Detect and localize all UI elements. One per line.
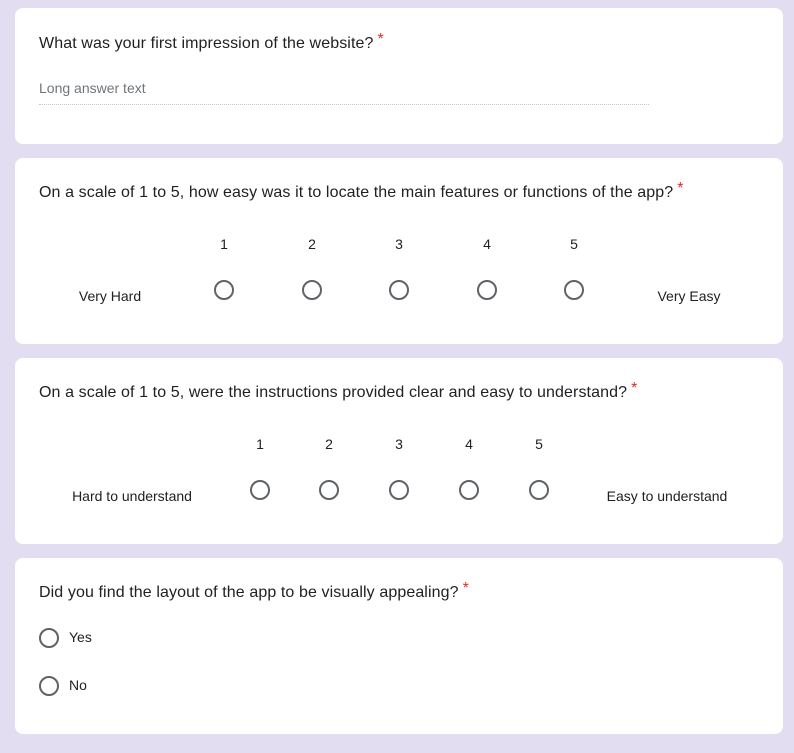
- option-radio-yes[interactable]: [39, 628, 59, 648]
- question-title: What was your first impression of the we…: [39, 31, 384, 54]
- question-title: On a scale of 1 to 5, how easy was it to…: [39, 180, 684, 203]
- question-title-text: On a scale of 1 to 5, were the instructi…: [39, 384, 628, 401]
- long-answer-input[interactable]: Long answer text: [39, 78, 649, 105]
- required-asterisk: *: [377, 31, 384, 48]
- option-radio-no[interactable]: [39, 676, 59, 696]
- scale-radio-3[interactable]: [389, 280, 409, 300]
- question-title: Did you find the layout of the app to be…: [39, 580, 469, 603]
- scale-radio-3[interactable]: [389, 480, 409, 500]
- scale-radio-5[interactable]: [564, 280, 584, 300]
- question-card-instructions: On a scale of 1 to 5, were the instructi…: [15, 358, 783, 544]
- option-label-no: No: [69, 677, 87, 693]
- option-label-yes: Yes: [69, 629, 92, 645]
- question-title: On a scale of 1 to 5, were the instructi…: [39, 380, 638, 403]
- scale-number-1: 1: [220, 236, 228, 252]
- scale-number-2: 2: [325, 436, 333, 452]
- scale-radio-2[interactable]: [319, 480, 339, 500]
- scale-high-label: Very Easy: [657, 288, 721, 304]
- scale-number-4: 4: [465, 436, 473, 452]
- scale-radio-2[interactable]: [302, 280, 322, 300]
- required-asterisk: *: [462, 580, 469, 597]
- scale-radio-4[interactable]: [477, 280, 497, 300]
- scale-high-label: Easy to understand: [606, 488, 728, 504]
- question-card-layout: Did you find the layout of the app to be…: [15, 558, 783, 734]
- scale-radio-5[interactable]: [529, 480, 549, 500]
- question-card-impression: What was your first impression of the we…: [15, 8, 783, 144]
- required-asterisk: *: [677, 180, 684, 197]
- scale-radio-1[interactable]: [250, 480, 270, 500]
- scale-number-3: 3: [395, 236, 403, 252]
- question-title-text: On a scale of 1 to 5, how easy was it to…: [39, 184, 674, 201]
- scale-number-1: 1: [256, 436, 264, 452]
- required-asterisk: *: [631, 380, 638, 397]
- scale-radio-4[interactable]: [459, 480, 479, 500]
- scale-low-label: Very Hard: [78, 288, 142, 304]
- scale-number-3: 3: [395, 436, 403, 452]
- scale-number-4: 4: [483, 236, 491, 252]
- question-title-text: What was your first impression of the we…: [39, 35, 374, 52]
- scale-number-5: 5: [535, 436, 543, 452]
- scale-number-5: 5: [570, 236, 578, 252]
- scale-low-label: Hard to understand: [72, 488, 192, 504]
- question-card-locate-features: On a scale of 1 to 5, how easy was it to…: [15, 158, 783, 344]
- scale-number-2: 2: [308, 236, 316, 252]
- question-title-text: Did you find the layout of the app to be…: [39, 584, 459, 601]
- scale-radio-1[interactable]: [214, 280, 234, 300]
